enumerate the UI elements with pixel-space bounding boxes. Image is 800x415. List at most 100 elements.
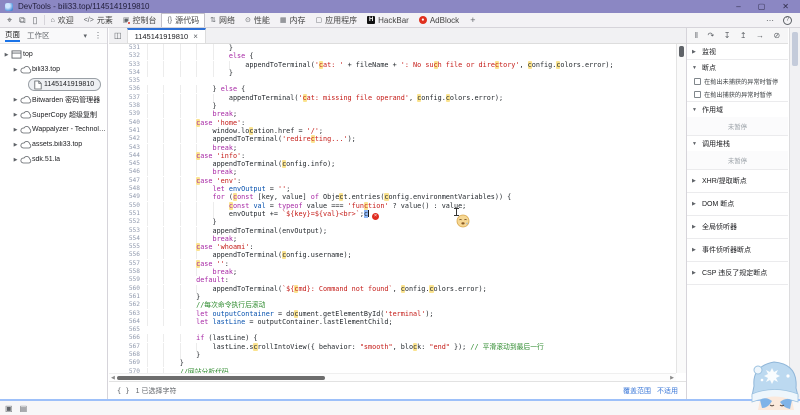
more-options-icon[interactable]: ⋯ xyxy=(766,16,775,25)
vertical-scroll-thumb[interactable] xyxy=(679,46,684,57)
checkbox-icon[interactable] xyxy=(694,78,701,85)
expander-icon[interactable]: ▶ xyxy=(12,157,19,163)
tree-item-wappalyzer-technology-p-[interactable]: ▶Wappalyzer - Technology p… xyxy=(0,122,107,137)
line-number[interactable]: 554 xyxy=(109,235,147,243)
tab-page[interactable]: 页面 xyxy=(5,29,20,42)
line-number[interactable]: 534 xyxy=(109,69,147,77)
line-number[interactable]: 540 xyxy=(109,119,147,127)
line-number[interactable]: 532 xyxy=(109,52,147,60)
tree-item-supercopy-[interactable]: ▶SuperCopy 超级复制 xyxy=(0,107,107,122)
minimize-button[interactable]: – xyxy=(736,0,740,13)
chevron-down-icon[interactable]: ▾ xyxy=(83,32,87,40)
pause-icon[interactable]: ‖ xyxy=(695,31,698,40)
line-number[interactable]: 531 xyxy=(109,44,147,52)
line-number[interactable]: 544 xyxy=(109,152,147,160)
line-number[interactable]: 537 xyxy=(109,94,147,102)
line-number[interactable]: 548 xyxy=(109,185,147,193)
step-icon[interactable]: → xyxy=(756,31,764,40)
section-header-breakpoints[interactable]: ▼断点 xyxy=(687,60,788,75)
file-tab[interactable]: 1145141919810 × xyxy=(127,28,206,43)
tree-item-sdk-51-la[interactable]: ▶sdk.51.la xyxy=(0,152,107,167)
line-number[interactable]: 569 xyxy=(109,359,147,367)
horizontal-scroll-thumb[interactable] xyxy=(117,376,325,380)
line-number[interactable]: 541 xyxy=(109,127,147,135)
tree-item-assets-bili33-top[interactable]: ▶assets.bili33.top xyxy=(0,137,107,152)
line-number[interactable]: 564 xyxy=(109,318,147,326)
step-into-icon[interactable]: ↧ xyxy=(724,31,731,40)
tab-console[interactable]: ▣控制台 xyxy=(118,13,162,27)
add-panel-button[interactable]: + xyxy=(464,15,481,25)
code-area[interactable]: 531 }532 else {533 appendToTerminal('cat… xyxy=(109,44,676,373)
device-toolbar-icon[interactable]: ⧉ xyxy=(19,15,25,26)
tab-welcome[interactable]: ⌂欢迎 xyxy=(45,13,78,27)
line-number[interactable]: 557 xyxy=(109,260,147,268)
step-over-icon[interactable]: ↷ xyxy=(708,31,715,40)
expander-icon[interactable]: ▶ xyxy=(12,142,19,148)
tree-item-bitwarden-[interactable]: ▶Bitwarden 密码管理器 xyxy=(0,92,107,107)
line-number[interactable]: 558 xyxy=(109,268,147,276)
inspect-icon[interactable]: ⌖ xyxy=(7,15,12,26)
help-icon[interactable]: ? xyxy=(783,16,792,25)
expander-icon[interactable]: ▶ xyxy=(12,67,19,73)
maximize-button[interactable]: ▢ xyxy=(758,0,766,13)
line-number[interactable]: 538 xyxy=(109,102,147,110)
line-number[interactable]: 550 xyxy=(109,202,147,210)
line-number[interactable]: 536 xyxy=(109,85,147,93)
tree-item-bili33-top[interactable]: ▶bili33.top xyxy=(0,62,107,77)
section-header-event-listener-breakpoints[interactable]: ▶事件侦听器断点 xyxy=(687,239,788,261)
section-header-call-stack[interactable]: ▼调用堆栈 xyxy=(687,136,788,151)
toggle-navigator-icon[interactable]: ◫ xyxy=(109,28,127,43)
expander-icon[interactable]: ▶ xyxy=(12,127,19,133)
line-number[interactable]: 563 xyxy=(109,310,147,318)
tree-item-1145141919810[interactable]: 1145141919810 xyxy=(0,77,107,92)
line-number[interactable]: 568 xyxy=(109,351,147,359)
line-number[interactable]: 565 xyxy=(109,326,147,334)
line-number[interactable]: 555 xyxy=(109,243,147,251)
line-number[interactable]: 559 xyxy=(109,276,147,284)
line-number[interactable]: 561 xyxy=(109,293,147,301)
line-number[interactable]: 539 xyxy=(109,110,147,118)
line-number[interactable]: 551 xyxy=(109,210,147,218)
section-header-global-listeners[interactable]: ▶全局侦听器 xyxy=(687,216,788,238)
tab-adblock[interactable]: ●AdBlock xyxy=(414,13,464,27)
right-scroll-thumb[interactable] xyxy=(792,32,798,66)
line-number[interactable]: 562 xyxy=(109,301,147,309)
expander-icon[interactable]: ▶ xyxy=(12,97,19,103)
line-number[interactable]: 545 xyxy=(109,160,147,168)
right-panel-scrollbar[interactable] xyxy=(789,28,800,399)
line-number[interactable]: 549 xyxy=(109,193,147,201)
pretty-print-icon[interactable]: { } xyxy=(117,387,130,395)
tab-performance[interactable]: ⊙性能 xyxy=(240,13,275,27)
section-header-csp-violation-breakpoints[interactable]: ▶CSP 违反了规定断点 xyxy=(687,262,788,284)
line-number[interactable]: 552 xyxy=(109,218,147,226)
section-header-scope[interactable]: ▼作用域 xyxy=(687,102,788,117)
line-number[interactable]: 543 xyxy=(109,144,147,152)
line-number[interactable]: 533 xyxy=(109,61,147,69)
coverage-label[interactable]: 覆盖范围 xyxy=(623,386,651,396)
tab-application[interactable]: ▢应用程序 xyxy=(311,13,363,27)
editor-horizontal-scrollbar[interactable]: ◀ ▶ xyxy=(109,373,676,381)
tab-sources[interactable]: {}源代码 xyxy=(161,13,205,27)
tab-hackbar[interactable]: HHackBar xyxy=(362,13,414,27)
line-number[interactable]: 560 xyxy=(109,285,147,293)
line-number[interactable]: 556 xyxy=(109,251,147,259)
line-number[interactable]: 547 xyxy=(109,177,147,185)
tab-elements[interactable]: </>元素 xyxy=(79,13,118,27)
tab-memory[interactable]: ▦内存 xyxy=(275,13,311,27)
deactivate-breakpoints-icon[interactable]: ⊘ xyxy=(774,31,781,40)
section-header-dom-breakpoints[interactable]: ▶DOM 断点 xyxy=(687,193,788,215)
tab-workspace[interactable]: 工作区 xyxy=(27,30,50,41)
tree-item-top[interactable]: ▶top xyxy=(0,47,107,62)
line-number[interactable]: 546 xyxy=(109,168,147,176)
close-button[interactable]: ✕ xyxy=(782,0,789,13)
line-number[interactable]: 535 xyxy=(109,77,147,85)
line-number[interactable]: 553 xyxy=(109,227,147,235)
editor-vertical-scrollbar[interactable] xyxy=(676,44,686,373)
line-number[interactable]: 542 xyxy=(109,135,147,143)
line-number[interactable]: 567 xyxy=(109,343,147,351)
checkbox-icon[interactable] xyxy=(694,91,701,98)
kebab-menu-icon[interactable]: ⋮ xyxy=(94,31,102,40)
section-header-xhr-breakpoints[interactable]: ▶XHR/提取断点 xyxy=(687,170,788,192)
expander-icon[interactable]: ▶ xyxy=(3,52,10,58)
quick-view-icon[interactable]: ▤ xyxy=(20,404,28,413)
